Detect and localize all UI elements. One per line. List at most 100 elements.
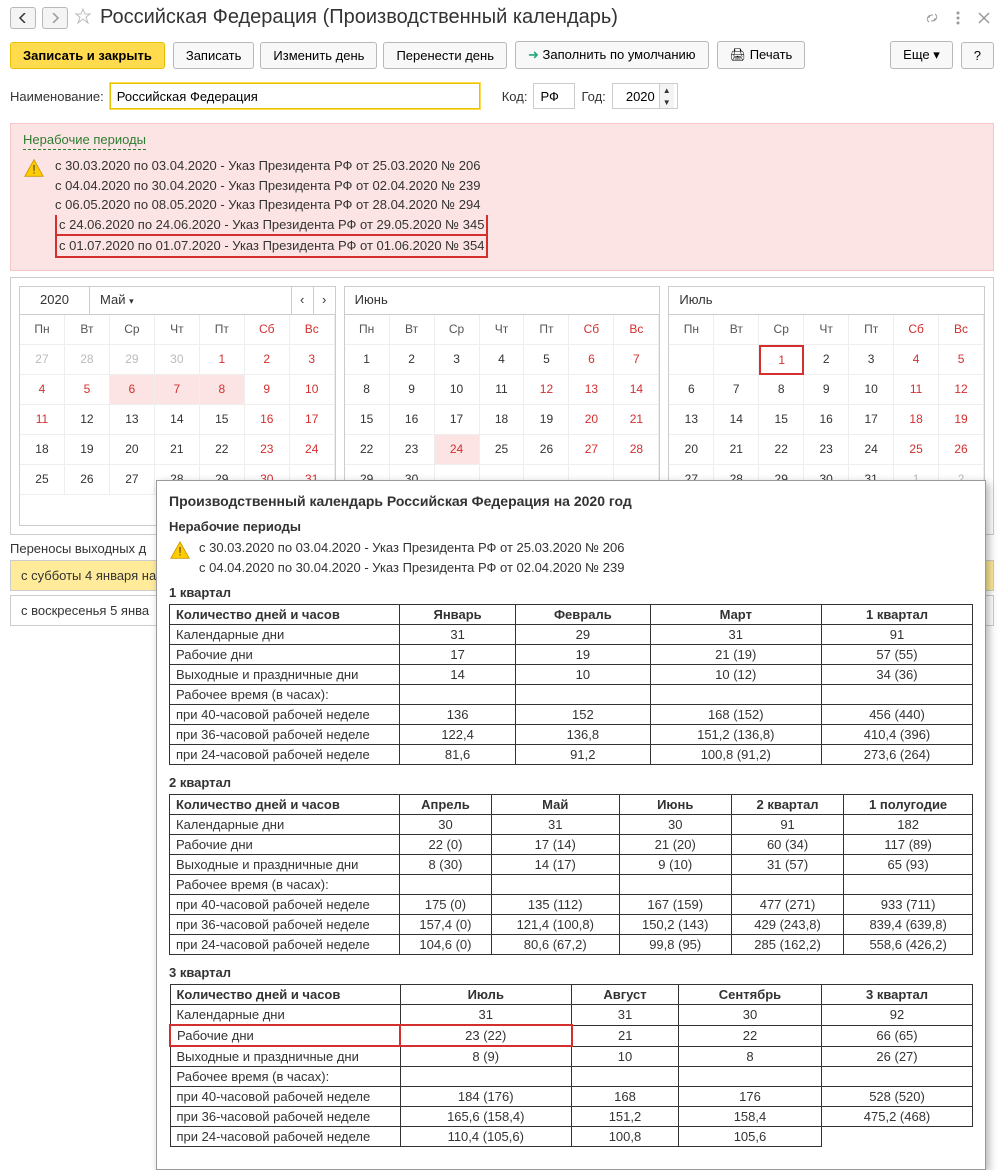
cal-day[interactable]: 25 xyxy=(894,435,939,465)
cal-day[interactable] xyxy=(714,345,759,375)
cal-day[interactable]: 26 xyxy=(524,435,569,465)
cal-day[interactable]: 21 xyxy=(614,405,659,435)
cal-prev-button[interactable]: ‹ xyxy=(291,286,313,314)
cal-day[interactable]: 10 xyxy=(849,375,894,405)
cal-day[interactable]: 12 xyxy=(939,375,984,405)
cal-day[interactable]: 4 xyxy=(894,345,939,375)
cal-day[interactable]: 9 xyxy=(245,375,290,405)
cal-day[interactable]: 22 xyxy=(759,435,804,465)
cal-day[interactable]: 2 xyxy=(804,345,849,375)
cal-day[interactable]: 24 xyxy=(849,435,894,465)
cal-day[interactable]: 21 xyxy=(155,435,200,465)
year-up-icon[interactable]: ▲ xyxy=(660,84,674,96)
cal-day[interactable]: 12 xyxy=(65,405,110,435)
cal-day[interactable]: 5 xyxy=(939,345,984,375)
fill-default-button[interactable]: ➜ Заполнить по умолчанию xyxy=(515,41,709,69)
cal-day[interactable]: 19 xyxy=(65,435,110,465)
close-icon[interactable] xyxy=(974,8,994,28)
star-icon[interactable] xyxy=(74,8,94,28)
cal-day[interactable]: 10 xyxy=(435,375,480,405)
cal-day[interactable]: 25 xyxy=(480,435,525,465)
cal-day[interactable]: 7 xyxy=(614,345,659,375)
cal-day[interactable]: 6 xyxy=(569,345,614,375)
cal-day[interactable]: 18 xyxy=(894,405,939,435)
cal-day[interactable]: 25 xyxy=(20,465,65,495)
cal-day[interactable]: 14 xyxy=(714,405,759,435)
nonwork-title[interactable]: Нерабочие периоды xyxy=(23,132,146,150)
cal-day[interactable]: 23 xyxy=(245,435,290,465)
name-input[interactable] xyxy=(110,83,480,109)
cal-day[interactable]: 27 xyxy=(20,345,65,375)
cal-day[interactable]: 20 xyxy=(110,435,155,465)
cal-day[interactable]: 15 xyxy=(759,405,804,435)
cal-day[interactable]: 4 xyxy=(480,345,525,375)
code-input[interactable] xyxy=(533,83,575,109)
menu-dots-icon[interactable] xyxy=(948,8,968,28)
cal-day[interactable]: 23 xyxy=(390,435,435,465)
cal-day[interactable]: 1 xyxy=(759,345,804,375)
cal-day[interactable]: 6 xyxy=(110,375,155,405)
cal-day[interactable]: 28 xyxy=(614,435,659,465)
move-day-button[interactable]: Перенести день xyxy=(383,42,507,69)
cal-day[interactable]: 6 xyxy=(669,375,714,405)
cal-day[interactable]: 16 xyxy=(245,405,290,435)
cal-day[interactable]: 7 xyxy=(155,375,200,405)
cal-day[interactable]: 11 xyxy=(894,375,939,405)
cal-day[interactable]: 8 xyxy=(759,375,804,405)
cal-day[interactable]: 5 xyxy=(65,375,110,405)
cal-day[interactable]: 23 xyxy=(804,435,849,465)
cal-day[interactable]: 9 xyxy=(804,375,849,405)
cal-day[interactable]: 2 xyxy=(245,345,290,375)
cal-day[interactable]: 2 xyxy=(390,345,435,375)
cal-day[interactable]: 3 xyxy=(849,345,894,375)
cal-day[interactable]: 4 xyxy=(20,375,65,405)
cal-day[interactable] xyxy=(669,345,714,375)
cal-day[interactable]: 22 xyxy=(345,435,390,465)
cal-month-name[interactable]: Май ▾ xyxy=(90,286,291,315)
cal-day[interactable]: 11 xyxy=(20,405,65,435)
cal-day[interactable]: 29 xyxy=(110,345,155,375)
cal-next-button[interactable]: › xyxy=(313,286,335,314)
year-stepper[interactable]: ▲▼ xyxy=(612,83,678,109)
cal-day[interactable]: 8 xyxy=(345,375,390,405)
cal-day[interactable]: 30 xyxy=(155,345,200,375)
cal-day[interactable]: 26 xyxy=(65,465,110,495)
cal-day[interactable]: 1 xyxy=(345,345,390,375)
cal-day[interactable]: 9 xyxy=(390,375,435,405)
year-down-icon[interactable]: ▼ xyxy=(660,96,674,108)
cal-year[interactable]: 2020 xyxy=(20,286,90,314)
cal-day[interactable]: 18 xyxy=(480,405,525,435)
cal-day[interactable]: 17 xyxy=(849,405,894,435)
cal-day[interactable]: 26 xyxy=(939,435,984,465)
cal-day[interactable]: 20 xyxy=(569,405,614,435)
cal-day[interactable]: 24 xyxy=(290,435,335,465)
cal-day[interactable]: 21 xyxy=(714,435,759,465)
more-button[interactable]: Еще ▾ xyxy=(890,41,953,69)
cal-day[interactable]: 15 xyxy=(345,405,390,435)
cal-day[interactable]: 16 xyxy=(390,405,435,435)
print-button[interactable]: 🖨 Печать xyxy=(717,41,806,69)
cal-day[interactable]: 1 xyxy=(200,345,245,375)
cal-day[interactable]: 27 xyxy=(110,465,155,495)
change-day-button[interactable]: Изменить день xyxy=(260,42,377,69)
help-button[interactable]: ? xyxy=(961,42,994,69)
cal-day[interactable]: 13 xyxy=(669,405,714,435)
cal-day[interactable]: 13 xyxy=(110,405,155,435)
cal-day[interactable]: 22 xyxy=(200,435,245,465)
cal-day[interactable]: 8 xyxy=(200,375,245,405)
cal-day[interactable]: 17 xyxy=(290,405,335,435)
cal-day[interactable]: 24 xyxy=(435,435,480,465)
back-button[interactable] xyxy=(10,7,36,29)
cal-day[interactable]: 14 xyxy=(155,405,200,435)
cal-day[interactable]: 11 xyxy=(480,375,525,405)
cal-day[interactable]: 14 xyxy=(614,375,659,405)
cal-day[interactable]: 15 xyxy=(200,405,245,435)
forward-button[interactable] xyxy=(42,7,68,29)
cal-day[interactable]: 19 xyxy=(939,405,984,435)
cal-day[interactable]: 7 xyxy=(714,375,759,405)
cal-day[interactable]: 5 xyxy=(524,345,569,375)
cal-day[interactable]: 20 xyxy=(669,435,714,465)
cal-day[interactable]: 27 xyxy=(569,435,614,465)
cal-day[interactable]: 17 xyxy=(435,405,480,435)
cal-day[interactable]: 10 xyxy=(290,375,335,405)
